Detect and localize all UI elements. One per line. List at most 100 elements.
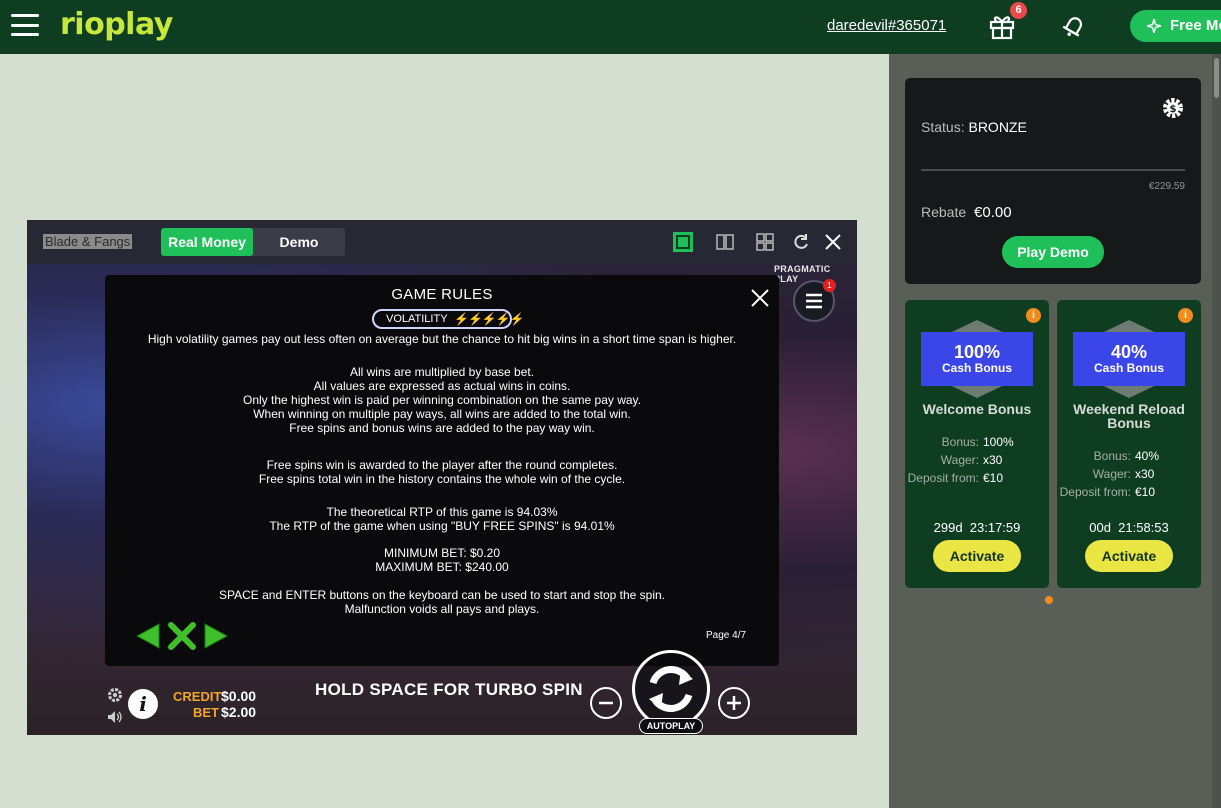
- game-title: Blade & Fangs: [43, 234, 133, 249]
- sound-icon[interactable]: [107, 710, 123, 724]
- game-window: Blade & Fangs Real Money Demo PRAGMATIC …: [27, 220, 857, 735]
- bonus-row-value: 100%: [983, 435, 1014, 449]
- turbo-spin-message: HOLD SPACE FOR TURBO SPIN: [315, 680, 583, 699]
- bonus-type: Cash Bonus: [1093, 361, 1164, 375]
- rules-paragraph: MINIMUM BET: $0.20 MAXIMUM BET: $240.00: [105, 546, 779, 574]
- rules-title: GAME RULES: [391, 286, 493, 303]
- status-label: Status:: [921, 119, 965, 135]
- close-icon[interactable]: [823, 232, 843, 252]
- bonus-row-key: Deposit from:: [907, 471, 979, 485]
- rules-paragraph: High volatility games pay out less often…: [105, 332, 779, 346]
- rebate-label: Rebate: [921, 204, 967, 220]
- rules-line: When winning on multiple pay ways, all w…: [253, 407, 631, 421]
- coin-settings-icon[interactable]: $: [1161, 96, 1185, 120]
- bonus-name: Welcome Bonus: [922, 401, 1032, 417]
- page-indicator: Page 4/7: [706, 630, 747, 641]
- game-header: Blade & Fangs Real Money Demo: [27, 220, 857, 264]
- bonus-card-weekend-reload: i 40% Cash Bonus Weekend Reload Bonus Bo…: [1057, 300, 1201, 588]
- bonus-name: Weekend Reload Bonus: [1073, 401, 1185, 431]
- bonus-row-value: 40%: [1135, 449, 1160, 463]
- activate-bonus-button[interactable]: Activate: [1085, 540, 1173, 572]
- rules-line: MAXIMUM BET: $240.00: [375, 560, 509, 574]
- rules-line: Free spins win is awarded to the player …: [266, 458, 618, 472]
- rules-line: SPACE and ENTER buttons on the keyboard …: [218, 588, 666, 602]
- spin-button[interactable]: [632, 650, 710, 728]
- loyalty-status-card: $ Status: BRONZE €229.59 Rebate €0.00 Pl…: [905, 78, 1201, 284]
- bonus-row: Deposit from: €10: [1057, 485, 1201, 499]
- menu-notification-badge: 1: [823, 279, 836, 292]
- rebate-value: €0.00: [974, 204, 1012, 221]
- next-page-arrow-icon[interactable]: [203, 622, 229, 650]
- rules-line: MINIMUM BET: $0.20: [383, 546, 501, 560]
- bonus-badge: 100% Cash Bonus: [921, 332, 1033, 386]
- status-progress-bar: [921, 169, 1185, 171]
- svg-text:$: $: [1170, 104, 1177, 115]
- menu-hamburger-icon[interactable]: [11, 14, 39, 36]
- close-rules-x-icon[interactable]: [167, 622, 197, 650]
- bonus-badge: 40% Cash Bonus: [1073, 332, 1185, 386]
- settings-gear-icon[interactable]: [106, 686, 124, 704]
- rules-line: All values are expressed as actual wins …: [313, 379, 571, 393]
- bonus-row-value: €10: [1135, 485, 1156, 499]
- info-button[interactable]: i: [128, 689, 158, 719]
- bonus-row-value: x30: [1135, 467, 1155, 481]
- gift-count-badge: 6: [1010, 2, 1027, 19]
- rules-line: The theoretical RTP of this game is 94.0…: [326, 505, 558, 519]
- rules-line: The RTP of the game when using "BUY FREE…: [269, 519, 615, 533]
- credit-value: $0.00: [221, 688, 257, 704]
- status-progress-amount: €229.59: [1148, 181, 1185, 192]
- bonus-row-value: x30: [983, 453, 1003, 467]
- volatility-badge: VOLATILITY ⚡⚡⚡⚡⚡: [372, 309, 525, 329]
- rules-line: Malfunction voids all pays and plays.: [344, 602, 540, 616]
- activate-bonus-button[interactable]: Activate: [933, 540, 1021, 572]
- minus-icon: [599, 701, 613, 705]
- decrease-bet-button[interactable]: [590, 687, 622, 719]
- bell-icon[interactable]: [1060, 12, 1088, 40]
- increase-bet-button[interactable]: [718, 687, 750, 719]
- sparkle-icon: [1147, 19, 1161, 33]
- free-money-label: Free Mo: [1170, 17, 1221, 34]
- autoplay-button[interactable]: AUTOPLAY: [639, 718, 703, 734]
- bet-label: BET: [193, 705, 219, 720]
- rules-paragraph: Free spins win is awarded to the player …: [105, 458, 779, 486]
- site-logo[interactable]: rioplay: [60, 7, 173, 42]
- spin-arrows-icon: [649, 666, 693, 712]
- volatility-label: VOLATILITY: [386, 313, 448, 325]
- bet-value: $2.00: [221, 704, 257, 720]
- lightning-icon: ⚡⚡⚡⚡⚡: [454, 312, 525, 326]
- username-link[interactable]: daredevil#365071: [827, 17, 946, 34]
- bonus-row-key: Wager:: [940, 453, 979, 467]
- single-view-icon[interactable]: [673, 232, 693, 252]
- rules-paragraph: SPACE and ENTER buttons on the keyboard …: [105, 588, 779, 616]
- rules-line: High volatility games pay out less often…: [147, 332, 737, 346]
- bonus-percent: 100%: [953, 342, 1001, 362]
- rules-paragraph: The theoretical RTP of this game is 94.0…: [105, 505, 779, 533]
- rules-close-icon[interactable]: [749, 287, 771, 309]
- mode-tabs: Real Money Demo: [161, 228, 345, 256]
- prev-page-arrow-icon[interactable]: [135, 622, 161, 650]
- carousel-dot[interactable]: [1045, 596, 1053, 604]
- play-demo-button[interactable]: Play Demo: [1002, 236, 1104, 268]
- bonus-row-key: Wager:: [1092, 467, 1131, 481]
- split-view-icon[interactable]: [715, 232, 735, 252]
- bonus-percent: 40%: [1110, 342, 1148, 362]
- bonus-row: Deposit from: €10: [905, 471, 1049, 485]
- bonus-row: Wager: x30: [905, 453, 1049, 467]
- plus-icon: [727, 696, 741, 710]
- bonus-row-key: Bonus:: [1093, 449, 1131, 463]
- game-rules-panel: GAME RULES VOLATILITY ⚡⚡⚡⚡⚡ High volatil…: [105, 275, 779, 666]
- bonus-row: Bonus: 40%: [1057, 449, 1201, 463]
- status-value: BRONZE: [968, 119, 1027, 135]
- grid-view-icon[interactable]: [755, 232, 775, 252]
- reload-icon[interactable]: [791, 232, 811, 252]
- bonus-row-key: Deposit from:: [1059, 485, 1131, 499]
- rules-line: Free spins total win in the history cont…: [258, 472, 626, 486]
- tab-real-money[interactable]: Real Money: [161, 228, 253, 256]
- free-money-button[interactable]: Free Mo: [1130, 10, 1221, 42]
- bonus-card-welcome: i 100% Cash Bonus Welcome Bonus Bonus: 10…: [905, 300, 1049, 588]
- sidebar-scroll-thumb[interactable]: [1214, 58, 1219, 98]
- bonus-type: Cash Bonus: [941, 361, 1012, 375]
- rules-line: Only the highest win is paid per winning…: [243, 393, 641, 407]
- sidebar-scrollbar[interactable]: [1212, 54, 1221, 808]
- tab-demo[interactable]: Demo: [253, 228, 345, 256]
